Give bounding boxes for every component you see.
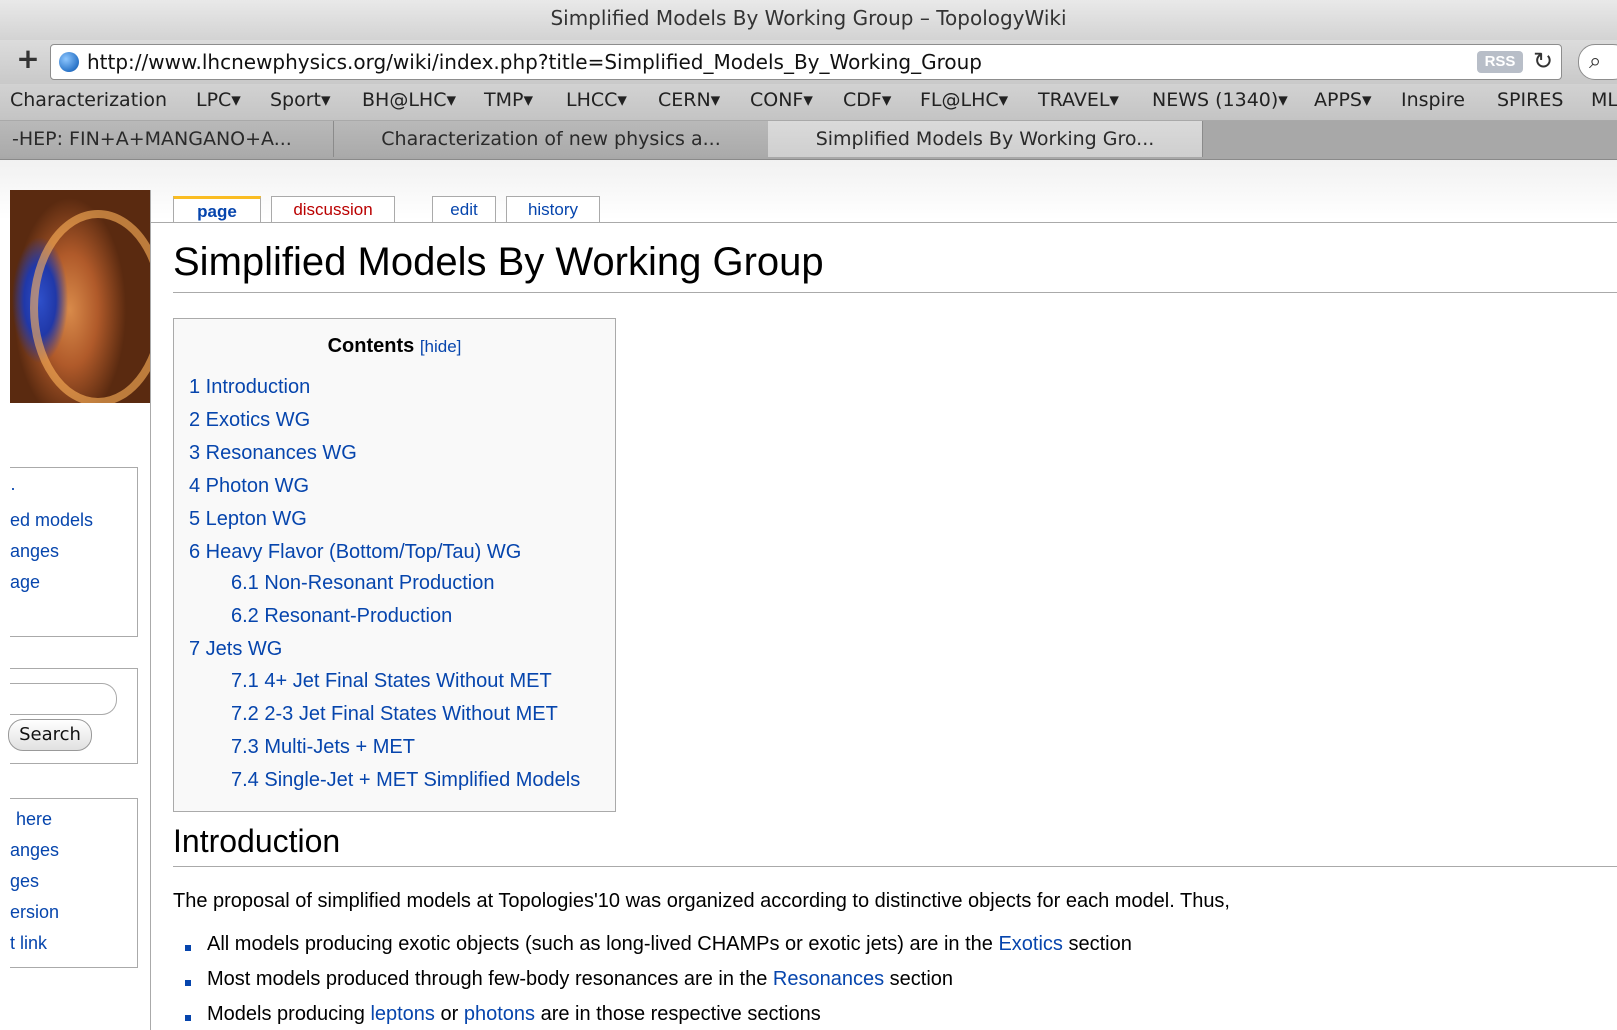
link-exotics[interactable]: Exotics	[998, 933, 1062, 955]
toolbox-portlet: here anges ges ersion t link	[10, 798, 138, 968]
bookmark-lhcc[interactable]: LHCC▾	[566, 89, 627, 111]
bookmark-ml[interactable]: ML	[1591, 89, 1617, 111]
bullet-text: Models producing	[207, 1003, 371, 1025]
bookmark-conf[interactable]: CONF▾	[750, 89, 813, 111]
toc-item[interactable]: 7 Jets WG	[189, 638, 282, 661]
tab-label: Characterization of new physics a...	[381, 128, 721, 150]
bookmark-characterization[interactable]: Characterization	[10, 89, 167, 111]
toc-subitem[interactable]: 7.4 Single-Jet + MET Simplified Models	[231, 769, 580, 792]
navigation-toolbar: + http://www.lhcnewphysics.org/wiki/inde…	[0, 40, 1617, 84]
intro-paragraph: The proposal of simplified models at Top…	[173, 890, 1230, 912]
bookmark-spires[interactable]: SPIRES	[1497, 89, 1563, 111]
tab-simplified-models[interactable]: Simplified Models By Working Gro...	[768, 121, 1203, 157]
toolbox-special-pages[interactable]: ges	[10, 871, 39, 892]
section-underline	[173, 866, 1617, 867]
bookmark-fl-lhc[interactable]: FL@LHC▾	[920, 89, 1008, 111]
rss-button[interactable]: RSS	[1477, 51, 1523, 73]
bookmark-apps[interactable]: APPS▾	[1314, 89, 1372, 111]
bullet-item-leptons-photons: Models producing leptons or photons are …	[207, 1003, 821, 1026]
search-button[interactable]: Search	[8, 719, 92, 751]
toc-item[interactable]: 5 Lepton WG	[189, 508, 307, 531]
bullet-text: Most models produced through few-body re…	[207, 968, 773, 990]
toolbox-permanent-link[interactable]: t link	[10, 933, 47, 954]
toolbox-related-changes[interactable]: anges	[10, 840, 59, 861]
toc-subitem[interactable]: 7.1 4+ Jet Final States Without MET	[231, 670, 552, 693]
bullet-text: section	[1062, 933, 1132, 955]
tab-label: -HEP: FIN+A+MANGANO+A...	[12, 128, 292, 150]
site-globe-icon	[59, 52, 79, 72]
bullet-text: All models producing exotic objects (suc…	[207, 933, 999, 955]
toc-item[interactable]: 2 Exotics WG	[189, 409, 310, 432]
bullet-item-exotics: All models producing exotic objects (suc…	[207, 933, 1132, 956]
bookmark-inspire[interactable]: Inspire	[1401, 89, 1465, 111]
bullet-text: are in those respective sections	[535, 1003, 821, 1025]
tab-history[interactable]: history	[506, 196, 600, 223]
title-underline	[173, 292, 1617, 293]
bullet-marker	[185, 945, 191, 951]
bullet-marker	[185, 980, 191, 986]
bookmark-bh-lhc[interactable]: BH@LHC▾	[362, 89, 456, 111]
table-of-contents: Contents [hide] 1 Introduction 2 Exotics…	[173, 318, 616, 812]
browser-tab-strip: -HEP: FIN+A+MANGANO+A... Characterizatio…	[0, 121, 1617, 160]
bookmark-cern[interactable]: CERN▾	[658, 89, 720, 111]
url-text[interactable]: http://www.lhcnewphysics.org/wiki/index.…	[87, 50, 982, 74]
section-heading-introduction: Introduction	[173, 823, 341, 859]
window-title-bar: Simplified Models By Working Group – Top…	[0, 0, 1617, 41]
bookmarks-bar: Characterization LPC▾ Sport▾ BH@LHC▾ TMP…	[0, 84, 1617, 121]
tab-characterization[interactable]: Characterization of new physics a...	[334, 121, 769, 157]
address-bar[interactable]: http://www.lhcnewphysics.org/wiki/index.…	[50, 44, 1562, 80]
toc-item[interactable]: 1 Introduction	[189, 376, 310, 399]
bookmark-cdf[interactable]: CDF▾	[843, 89, 891, 111]
navigation-portlet: · ed models anges age	[10, 467, 138, 637]
bookmark-sport[interactable]: Sport▾	[270, 89, 331, 111]
toc-item[interactable]: 4 Photon WG	[189, 475, 309, 498]
toolbox-printable-version[interactable]: ersion	[10, 902, 59, 923]
toc-subitem[interactable]: 6.1 Non-Resonant Production	[231, 572, 495, 595]
nav-link-random-page[interactable]: age	[10, 572, 40, 593]
bullet-item-resonances: Most models produced through few-body re…	[207, 968, 953, 991]
toc-item[interactable]: 3 Resonances WG	[189, 442, 357, 465]
toc-item[interactable]: 6 Heavy Flavor (Bottom/Top/Tau) WG	[189, 541, 521, 564]
tab-discussion[interactable]: discussion	[271, 196, 395, 223]
nav-link-recent-changes[interactable]: anges	[10, 541, 59, 562]
toc-subitem[interactable]: 7.2 2-3 Jet Final States Without MET	[231, 703, 558, 726]
tab-label: Simplified Models By Working Gro...	[815, 128, 1155, 150]
tab-inspire-search[interactable]: -HEP: FIN+A+MANGANO+A...	[0, 121, 334, 157]
sidebar-divider	[150, 190, 151, 1030]
toolbox-what-links-here[interactable]: here	[16, 809, 52, 830]
link-leptons[interactable]: leptons	[370, 1003, 435, 1025]
tab-edit[interactable]: edit	[432, 196, 496, 223]
site-logo[interactable]	[10, 190, 151, 403]
content-top-border	[150, 222, 1617, 223]
toc-subitem[interactable]: 6.2 Resonant-Production	[231, 605, 452, 628]
bookmark-travel[interactable]: TRAVEL▾	[1038, 89, 1119, 111]
bullet-text: section	[884, 968, 954, 990]
browser-search-field[interactable]: ⌕	[1578, 44, 1617, 80]
add-bookmark-icon[interactable]: +	[14, 45, 42, 74]
nav-link-main-page[interactable]: ·	[10, 478, 16, 499]
bullet-text: or	[434, 1003, 464, 1025]
search-icon: ⌕	[1589, 48, 1602, 73]
nav-link-simplified-models[interactable]: ed models	[10, 510, 93, 531]
toc-title: Contents	[327, 335, 415, 357]
toc-subitem[interactable]: 7.3 Multi-Jets + MET	[231, 736, 415, 759]
window-title: Simplified Models By Working Group – Top…	[550, 6, 1067, 30]
bullet-marker	[185, 1015, 191, 1021]
link-resonances[interactable]: Resonances	[773, 968, 884, 990]
toc-header: Contents [hide]	[174, 335, 615, 358]
toc-hide-link[interactable]: [hide]	[420, 337, 462, 356]
page-title: Simplified Models By Working Group	[173, 240, 824, 284]
reload-icon[interactable]: ↻	[1533, 47, 1553, 76]
search-input[interactable]	[10, 683, 117, 715]
bookmark-tmp[interactable]: TMP▾	[484, 89, 533, 111]
link-photons[interactable]: photons	[464, 1003, 535, 1025]
tab-page[interactable]: page	[173, 196, 261, 223]
bookmark-news[interactable]: NEWS (1340)▾	[1152, 89, 1288, 111]
bookmark-lpc[interactable]: LPC▾	[196, 89, 241, 111]
